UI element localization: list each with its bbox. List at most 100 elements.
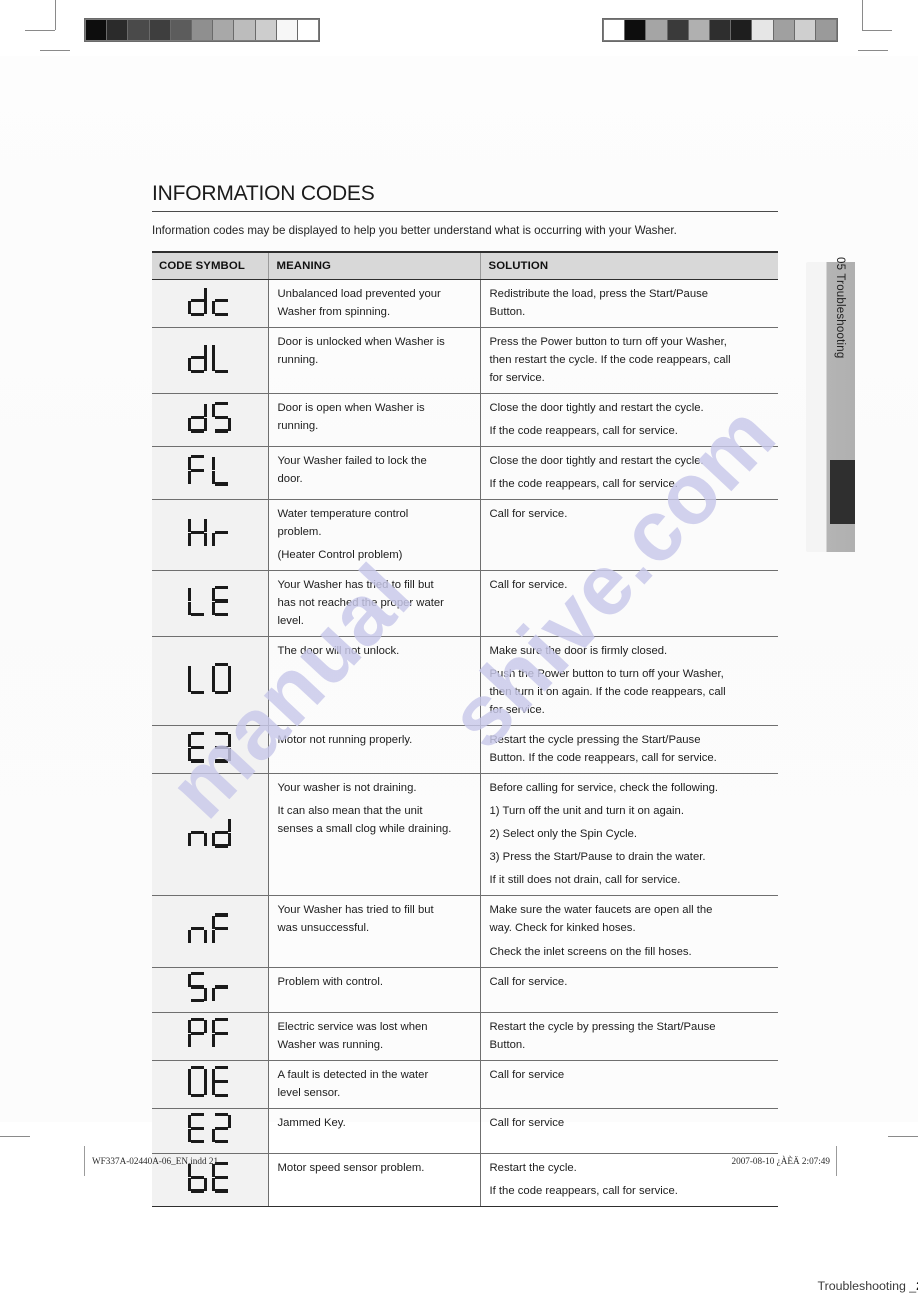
code-symbol-cell xyxy=(152,499,268,572)
seven-segment-char xyxy=(188,1066,208,1097)
table-row: Door is open when Washer is running. Close… xyxy=(152,393,778,447)
seven-segment-display xyxy=(188,401,232,433)
table-row: Electric service was lost when Washer was… xyxy=(152,1012,778,1061)
seven-segment-display xyxy=(188,1066,231,1097)
code-symbol-cell xyxy=(152,773,268,897)
seven-segment-char xyxy=(212,913,231,944)
solution-cell: Make sure the water faucets are open all… xyxy=(479,895,778,968)
seven-segment-char xyxy=(212,817,232,848)
meaning-cell: Door is open when Washer is running. xyxy=(267,393,480,447)
text-line: level. xyxy=(277,615,304,628)
crop-mark-top-left-h2 xyxy=(40,50,70,51)
table-body: Unbalanced load prevented your Washer fro… xyxy=(152,279,778,1207)
column-header-meaning: MEANING xyxy=(267,250,480,280)
text-line: then restart the cycle. If the code reap… xyxy=(489,353,731,366)
code-symbol-cell xyxy=(152,570,268,638)
text-line: door. xyxy=(277,472,303,485)
text-line: Call for service. xyxy=(489,975,568,988)
code-symbol-cell xyxy=(152,393,268,447)
text-line: Push the Power button to turn off your W… xyxy=(489,668,724,681)
text-line: Close the door tightly and restart the c… xyxy=(489,401,704,414)
seven-segment-display xyxy=(188,817,232,848)
solution-cell: Call for service xyxy=(479,1060,778,1109)
calibration-patch xyxy=(709,20,732,40)
text-line: Call for service xyxy=(489,1068,565,1081)
text-line: Button. xyxy=(489,305,526,318)
meaning-cell: Your washer is not draining. It can also … xyxy=(267,773,480,897)
calibration-strip-left xyxy=(84,18,320,42)
text-line: The door will not unlock. xyxy=(277,645,400,658)
intro-paragraph: Information codes may be displayed to he… xyxy=(152,224,677,237)
code-symbol-cell xyxy=(152,327,268,394)
meaning-cell: Electric service was lost when Washer was… xyxy=(267,1012,480,1061)
text-line: Your washer is not draining. xyxy=(277,782,417,795)
text-line: A fault is detected in the water xyxy=(277,1068,429,1081)
title-underline xyxy=(152,211,778,212)
content-column: INFORMATION CODES Information codes may … xyxy=(152,182,918,1293)
text-line: Redistribute the load, press the Start/P… xyxy=(489,287,709,300)
text-line: If it still does not drain, call for ser… xyxy=(489,874,681,887)
calibration-patch xyxy=(625,20,647,40)
text-line: Restart the cycle by pressing the Start/… xyxy=(489,1020,716,1033)
calibration-patch xyxy=(149,20,171,40)
seven-segment-char xyxy=(212,731,232,763)
crop-mark-top-right-v xyxy=(862,0,863,30)
text-line: Water temperature control xyxy=(277,507,409,520)
calibration-patch xyxy=(128,20,150,40)
solution-cell: Call for service. xyxy=(479,967,778,1013)
text-line: If the code reappears, call for service. xyxy=(489,477,678,490)
text-line: Call for service. xyxy=(489,579,568,592)
meaning-cell: Motor not running properly. xyxy=(267,725,480,775)
text-line: running. xyxy=(277,353,319,366)
seven-segment-char xyxy=(212,1018,231,1049)
calibration-patch xyxy=(646,20,668,40)
seven-segment-display xyxy=(188,1018,231,1049)
print-slug-bar: WF337A-02440A-06_EN.indd 21 2007-08-10 ¿… xyxy=(0,1144,918,1178)
text-line: Restart the cycle pressing the Start/Pau… xyxy=(489,734,701,747)
text-line: Washer from spinning. xyxy=(277,305,391,318)
slug-timestamp: 2007-08-10 ¿ÀÈÄ 2:07:49 xyxy=(731,1156,831,1166)
solution-cell: Restart the cycle by pressing the Start/… xyxy=(479,1012,778,1061)
crop-mark-top-left-v xyxy=(55,0,56,30)
seven-segment-char xyxy=(212,285,231,316)
table-row: Motor not running properly. Restart the c… xyxy=(152,725,778,775)
seven-segment-char xyxy=(212,1066,231,1097)
code-symbol-cell xyxy=(152,725,268,775)
text-line: Make sure the door is firmly closed. xyxy=(489,645,668,658)
table-header-row: CODE SYMBOL MEANING SOLUTION xyxy=(152,250,778,280)
solution-cell: Restart the cycle pressing the Start/Pau… xyxy=(479,725,778,775)
text-line: Call for service xyxy=(489,1116,565,1129)
table-row: A fault is detected in the water level se… xyxy=(152,1060,778,1109)
calibration-patch xyxy=(773,20,795,40)
table-row: Problem with control. Call for service. xyxy=(152,967,778,1013)
slug-rule-right xyxy=(836,1146,837,1176)
calibration-patch xyxy=(297,20,319,40)
calibration-patch xyxy=(276,20,298,40)
seven-segment-char xyxy=(212,663,232,694)
slug-filename: WF337A-02440A-06_EN.indd 21 xyxy=(92,1156,219,1166)
calibration-patch xyxy=(688,20,710,40)
crop-mark-bottom-right-h xyxy=(888,1136,918,1137)
text-line: Your Washer failed to lock the xyxy=(277,454,427,467)
table-row: Your Washer failed to lock the door. Close… xyxy=(152,446,778,500)
table-row: Your Washer has tried to fill but was uns… xyxy=(152,895,778,968)
seven-segment-char xyxy=(212,1112,232,1144)
code-symbol-cell xyxy=(152,636,268,727)
seven-segment-char xyxy=(212,972,231,1003)
seven-segment-display xyxy=(188,454,231,486)
calibration-patch xyxy=(752,20,774,40)
text-line: Press the Power button to turn off your … xyxy=(489,335,727,348)
code-symbol-cell xyxy=(152,895,268,968)
seven-segment-display xyxy=(188,913,231,944)
text-line: senses a small clog while draining. xyxy=(277,823,452,836)
calibration-patch xyxy=(667,20,689,40)
seven-segment-char xyxy=(212,455,231,486)
text-line: for service. xyxy=(489,704,545,717)
seven-segment-char xyxy=(188,663,207,694)
text-line: 3) Press the Start/Pause to drain the wa… xyxy=(489,851,706,864)
seven-segment-char xyxy=(212,517,231,548)
text-line: Your Washer has tried to fill but xyxy=(277,904,434,917)
crop-mark-top-right-h xyxy=(862,30,892,31)
text-line: has not reached the proper water xyxy=(277,597,444,610)
text-line: way. Check for kinked hoses. xyxy=(489,922,636,935)
